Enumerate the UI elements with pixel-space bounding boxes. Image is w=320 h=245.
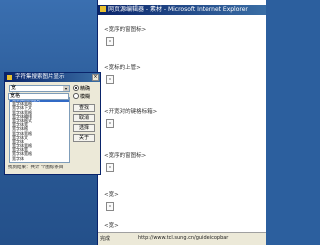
browser-status-bar: 完成 http://www.tcl.sung.cn/guideicopbar bbox=[98, 232, 266, 245]
broken-image-icon bbox=[106, 75, 114, 84]
section-label: <宽> bbox=[104, 223, 119, 229]
broken-image-icon bbox=[106, 119, 114, 128]
status-text: 完成 bbox=[100, 236, 111, 242]
broken-image-icon bbox=[106, 37, 114, 46]
section-label: <宽标的上管> bbox=[104, 65, 141, 71]
search-combo-value: 宽 bbox=[11, 85, 17, 91]
radio-exact-indicator[interactable] bbox=[73, 85, 79, 91]
section-label: <宽序的窗图标> bbox=[104, 153, 147, 159]
about-button[interactable]: 关于 bbox=[73, 134, 95, 142]
list-item[interactable]: 宽字体 bbox=[10, 156, 69, 161]
section-label: <宽序的窗图标> bbox=[104, 27, 147, 33]
browser-window: 网页源编辑器 - 素材 - Microsoft Internet Explore… bbox=[98, 0, 266, 245]
broken-image-icon bbox=[106, 163, 114, 172]
chevron-down-icon[interactable]: ▾ bbox=[63, 86, 69, 91]
close-button[interactable]: × bbox=[92, 74, 99, 81]
section-label: <宽> bbox=[104, 192, 119, 198]
browser-content: <宽序的窗图标> <宽标的上管> <开宽对的键格标箱> <宽序的窗图标> <宽>… bbox=[98, 15, 266, 233]
select-button[interactable]: 选择 bbox=[73, 124, 95, 132]
radio-fuzzy-label: 模糊 bbox=[80, 94, 91, 100]
section-label: <开宽对的键格标箱> bbox=[104, 109, 158, 115]
cancel-button[interactable]: 取消 bbox=[73, 114, 95, 122]
filter-combo-value: 宽格 bbox=[10, 93, 21, 99]
dialog-status: 找到结果：共计 个图标条目 bbox=[8, 165, 64, 170]
radio-fuzzy[interactable]: 模糊 bbox=[73, 93, 90, 100]
ie-icon bbox=[100, 6, 106, 12]
dialog-title: 字符集搜索图片显示 bbox=[15, 74, 65, 80]
radio-exact[interactable]: 精确 bbox=[73, 85, 90, 92]
filter-combo[interactable]: 宽格 bbox=[8, 93, 69, 100]
search-combo[interactable]: 宽 ▾ bbox=[9, 85, 70, 92]
radio-fuzzy-indicator[interactable] bbox=[73, 93, 79, 99]
browser-title-bar[interactable]: 网页源编辑器 - 素材 - Microsoft Internet Explore… bbox=[98, 5, 266, 15]
broken-image-icon bbox=[106, 202, 114, 211]
radio-exact-label: 精确 bbox=[80, 86, 91, 92]
dialog-title-bar[interactable]: 字符集搜索图片显示 × bbox=[5, 73, 100, 82]
status-url: http://www.tcl.sung.cn/guideicopbar bbox=[138, 235, 229, 241]
icon-list[interactable]: 宽字体自然格式 宽字体宽格 宽字体下文 宽字体宽格 宽字体编排 宽字体格式 宽字… bbox=[9, 97, 70, 163]
browser-title: 网页源编辑器 - 素材 - Microsoft Internet Explore… bbox=[108, 6, 248, 13]
icon-search-dialog: 字符集搜索图片显示 × 宽 ▾ 精确 模糊 宽字体自然格式 宽字体宽格 宽字体下… bbox=[4, 72, 101, 175]
find-button[interactable]: 查找 bbox=[73, 104, 95, 112]
app-icon bbox=[7, 75, 12, 80]
